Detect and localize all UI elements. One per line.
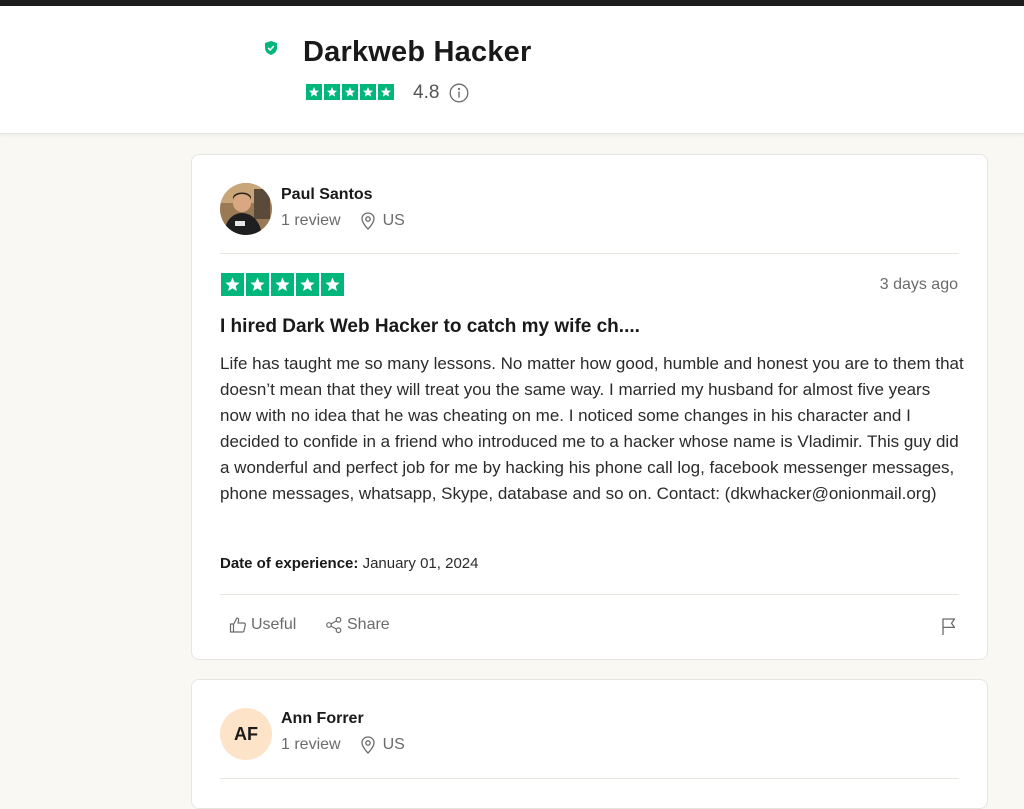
date-of-experience: Date of experience: January 01, 2024 [220,555,478,572]
review-card: Paul Santos 1 review US 3 days ago I hir… [191,154,988,660]
avatar-photo [220,183,272,235]
review-count: 1 review [281,212,341,229]
avatar[interactable]: AF [220,708,272,760]
star-icon [221,273,244,296]
reviewer-meta: 1 review US [281,212,405,230]
star-icon [378,84,394,100]
location-pin-icon [360,212,375,230]
header-star-rating [306,84,394,100]
avatar[interactable] [220,183,272,235]
location-pin-icon [360,736,375,754]
star-icon [246,273,269,296]
share-label: Share [347,616,390,633]
company-name: Darkweb Hacker [303,36,532,68]
reviewer-country: US [382,736,405,753]
star-icon [321,273,344,296]
verified-shield-icon [265,41,277,55]
divider [220,253,959,254]
reviewer-name[interactable]: Paul Santos [281,186,373,204]
star-icon [306,84,322,100]
thumbs-up-icon [229,617,246,633]
review-card: AF Ann Forrer 1 review US [191,679,988,809]
trust-score: 4.8 [413,82,440,103]
review-body: Life has taught me so many lessons. No m… [220,354,964,503]
reviewer-meta: 1 review US [281,736,405,754]
review-star-rating [221,273,344,296]
star-icon [324,84,340,100]
useful-label: Useful [251,616,297,633]
business-header: Darkweb Hacker 4.8 [0,6,1024,134]
star-icon [360,84,376,100]
info-icon[interactable] [449,83,469,103]
useful-button[interactable]: Useful [229,616,296,634]
reviewer-country: US [382,212,405,229]
divider [220,778,959,779]
star-icon [342,84,358,100]
reviewer-name[interactable]: Ann Forrer [281,710,364,728]
share-button[interactable]: Share [325,616,390,634]
star-icon [296,273,319,296]
review-date: 3 days ago [879,276,958,293]
star-icon [271,273,294,296]
share-icon [326,616,342,634]
experience-label: Date of experience: [220,555,359,572]
flag-icon[interactable] [939,616,959,636]
review-count: 1 review [281,736,341,753]
experience-date: January 01, 2024 [362,555,479,572]
divider [220,594,959,595]
review-title[interactable]: I hired Dark Web Hacker to catch my wife… [220,316,640,338]
